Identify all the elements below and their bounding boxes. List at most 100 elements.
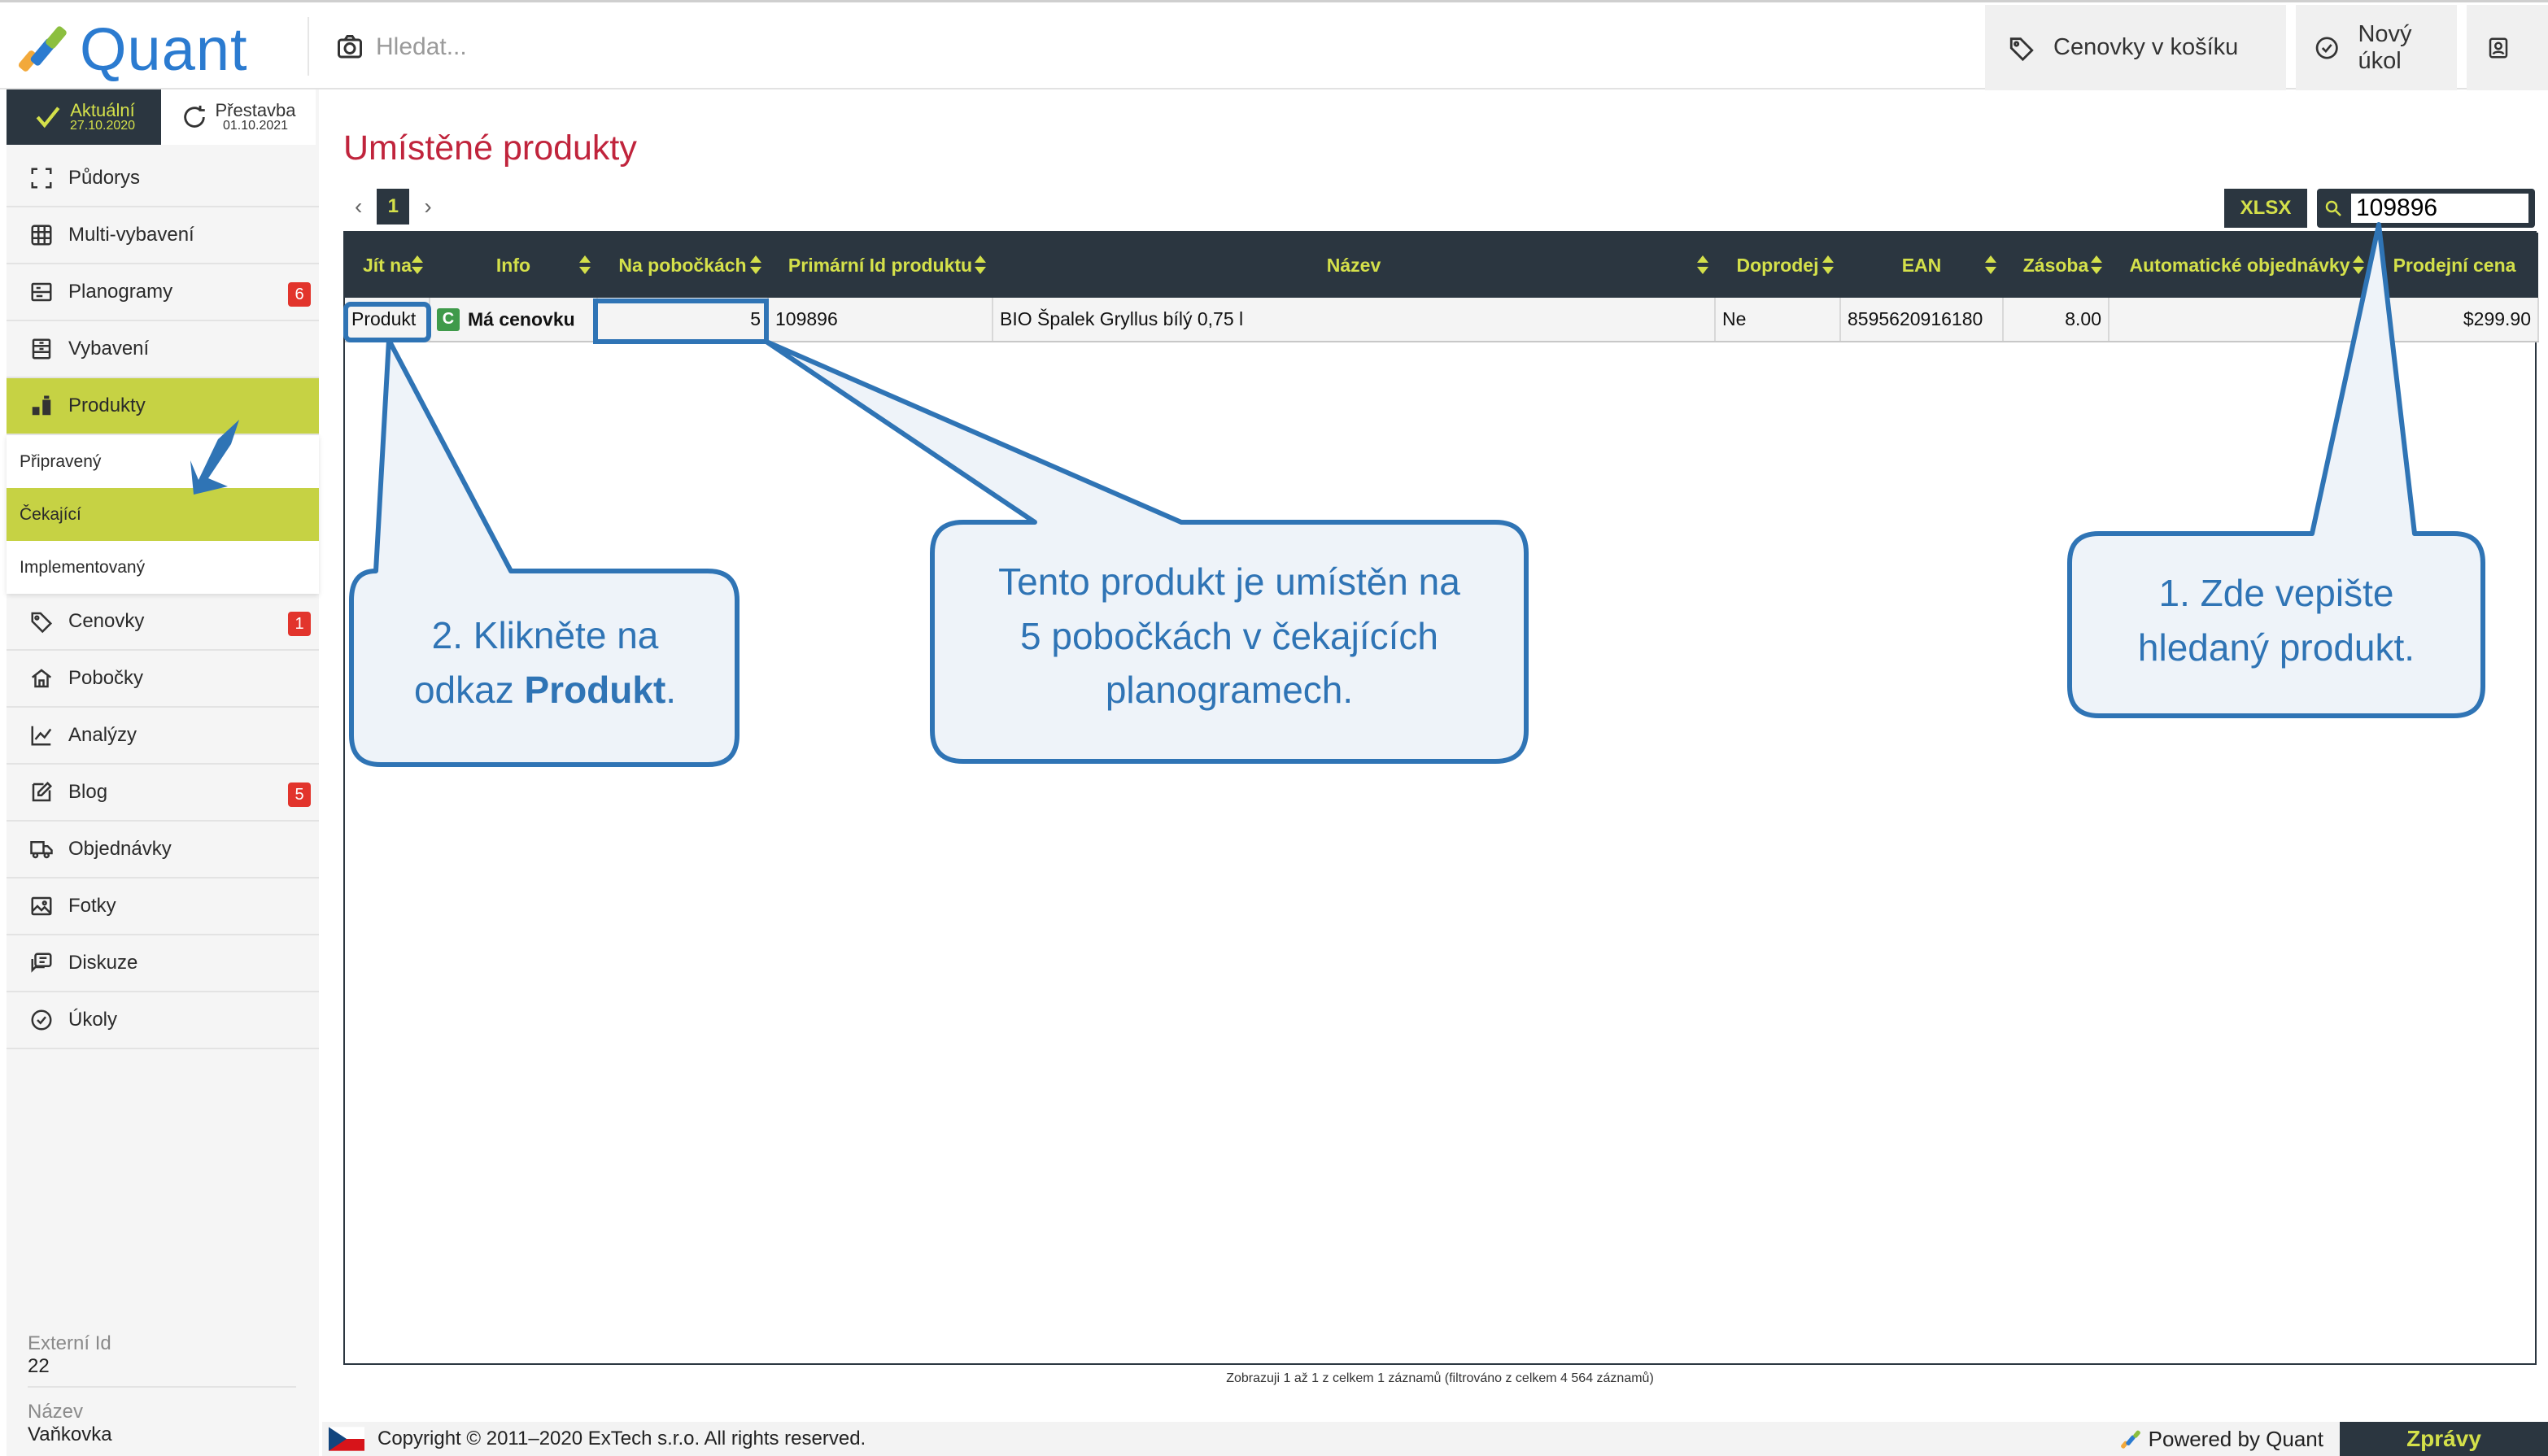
submenu-item-prepared[interactable]: Připravený [7,435,319,488]
sort-icon [750,255,761,277]
sidebar-item-label: Diskuze [68,952,138,974]
sidebar-item-blog[interactable]: Blog 5 [7,765,319,822]
submenu-item-pending[interactable]: Čekající [7,488,319,541]
blog-badge: 5 [288,782,311,807]
version-switch: Aktuální 27.10.2020 Přestavba 01.10.2021 [7,89,319,145]
price-tags-cart-button[interactable]: Cenovky v košíku [1985,5,2286,90]
products-table-container: Jít na Info Na pobočkách Primární Id pro… [343,231,2539,1365]
col-clearance[interactable]: Doprodej [1715,233,1840,298]
global-search-input[interactable] [376,33,1352,61]
products-submenu: Připravený Čekající Implementovaný [7,435,319,594]
pager-page-1[interactable]: 1 [377,189,410,225]
app-name: Quant [80,15,248,83]
sidebar-item-tasks[interactable]: Úkoly [7,992,319,1049]
col-price[interactable]: Prodejní cena [2371,233,2538,298]
sidebar-item-label: Blog [68,781,108,803]
shelf-icon [32,338,51,360]
col-go-to[interactable]: Jít na [345,233,430,298]
sidebar-item-discussion[interactable]: Diskuze [7,935,319,992]
table-search [2317,189,2535,228]
quant-logo[interactable]: Quant [17,15,248,83]
cell-clearance: Ne [1715,298,1841,342]
sidebar-item-label: Objednávky [68,838,172,860]
sort-icon [1822,255,1834,277]
col-ean[interactable]: EAN [1840,233,2003,298]
branch-name-label: Název [28,1401,84,1423]
page-title: Umístěné produkty [343,129,637,168]
truck-icon [30,841,53,859]
sort-icon [2353,255,2364,277]
table-search-input[interactable] [2349,192,2530,225]
planograms-badge: 6 [288,282,311,307]
state-current-label: Aktuální [70,100,135,121]
cell-info: C Má cenovku [430,298,598,342]
sort-icon [412,255,423,277]
col-branches[interactable]: Na pobočkách [597,233,768,298]
cell-name: BIO Špalek Gryllus bílý 0,75 l [993,298,1716,342]
col-stock[interactable]: Zásoba [2003,233,2109,298]
sidebar-item-products[interactable]: Produkty [7,378,319,435]
search-icon [2325,200,2341,216]
copyright-text: Copyright © 2011–2020 ExTech s.r.o. All … [377,1428,866,1449]
sidebar: Aktuální 27.10.2020 Přestavba 01.10.2021… [7,89,319,1456]
user-button[interactable] [2467,5,2548,90]
product-link[interactable]: Produkt [351,308,416,329]
quant-logo-icon [17,24,68,73]
col-name[interactable]: Název [993,233,1715,298]
grid-icon [31,225,52,246]
cell-stock: 8.00 [2003,298,2110,342]
new-task-button[interactable]: Nový úkol [2296,5,2457,90]
state-current-date: 27.10.2020 [69,119,136,133]
czech-flag-icon[interactable] [329,1427,364,1451]
sidebar-item-analyses[interactable]: Analýzy [7,708,319,765]
state-rebuild-button[interactable]: Přestavba 01.10.2021 [161,89,316,145]
pager-next-button[interactable]: › [424,194,431,220]
sidebar-item-price-tags[interactable]: Cenovky 1 [7,594,319,651]
col-auto-orders[interactable]: Automatické objednávky [2109,233,2371,298]
sidebar-item-label: Multi-vybavení [68,224,194,246]
sidebar-item-label: Produkty [68,395,146,416]
cell-branches: 5 [597,298,769,342]
sidebar-item-multi-equipment[interactable]: Multi-vybavení [7,207,319,264]
sort-icon [1985,255,1996,277]
col-info[interactable]: Info [430,233,597,298]
sidebar-item-label: Vybavení [68,338,150,360]
state-rebuild-date: 01.10.2021 [222,119,289,133]
col-primary-id[interactable]: Primární Id produktu [768,233,993,298]
refresh-icon [184,105,206,128]
sidebar-item-equipment[interactable]: Vybavení [7,321,319,378]
sort-icon [2091,255,2102,277]
sidebar-item-photos[interactable]: Fotky [7,878,319,935]
table-row: Produkt C Má cenovku 5 109896 BIO Špalek … [345,298,2539,342]
sidebar-item-label: Planogramy [68,281,173,303]
check-icon [36,107,60,129]
xlsx-export-button[interactable]: XLSX [2224,189,2307,228]
sidebar-item-label: Fotky [68,895,116,917]
callout-click-product-text: 2. Klikněte na odkaz Produkt. [413,614,677,711]
camera-icon[interactable] [335,33,364,62]
submenu-item-implemented[interactable]: Implementovaný [7,541,319,594]
sidebar-item-branches[interactable]: Pobočky [7,651,319,708]
price-tag-icon [31,612,53,634]
pager-prev-button[interactable]: ‹ [355,194,362,220]
state-current-button[interactable]: Aktuální 27.10.2020 [7,89,161,145]
sidebar-item-label: Úkoly [68,1009,118,1031]
sidebar-item-orders[interactable]: Objednávky [7,822,319,878]
external-id-label: Externí Id [28,1332,111,1354]
submenu-item-label: Připravený [20,451,102,471]
sidebar-item-planograms[interactable]: Planogramy 6 [7,264,319,321]
price-tags-cart-label: Cenovky v košíku [2053,34,2239,60]
planogram-icon [31,282,52,302]
new-task-label: Nový úkol [2358,20,2412,74]
external-id-value: 22 [28,1355,296,1388]
quant-logo-icon [2120,1430,2140,1449]
floorplan-icon [31,168,52,189]
messages-button[interactable]: Zprávy [2340,1422,2548,1456]
price-tags-badge: 1 [288,612,311,636]
callout-search-hint-text: 1. Zde vepište hledaný produkt. [2137,572,2415,669]
sidebar-item-label: Cenovky [68,610,145,632]
home-icon [31,669,52,688]
sidebar-item-floorplan[interactable]: Půdorys [7,150,319,207]
check-circle-icon [2315,36,2338,59]
edit-icon [32,781,53,802]
